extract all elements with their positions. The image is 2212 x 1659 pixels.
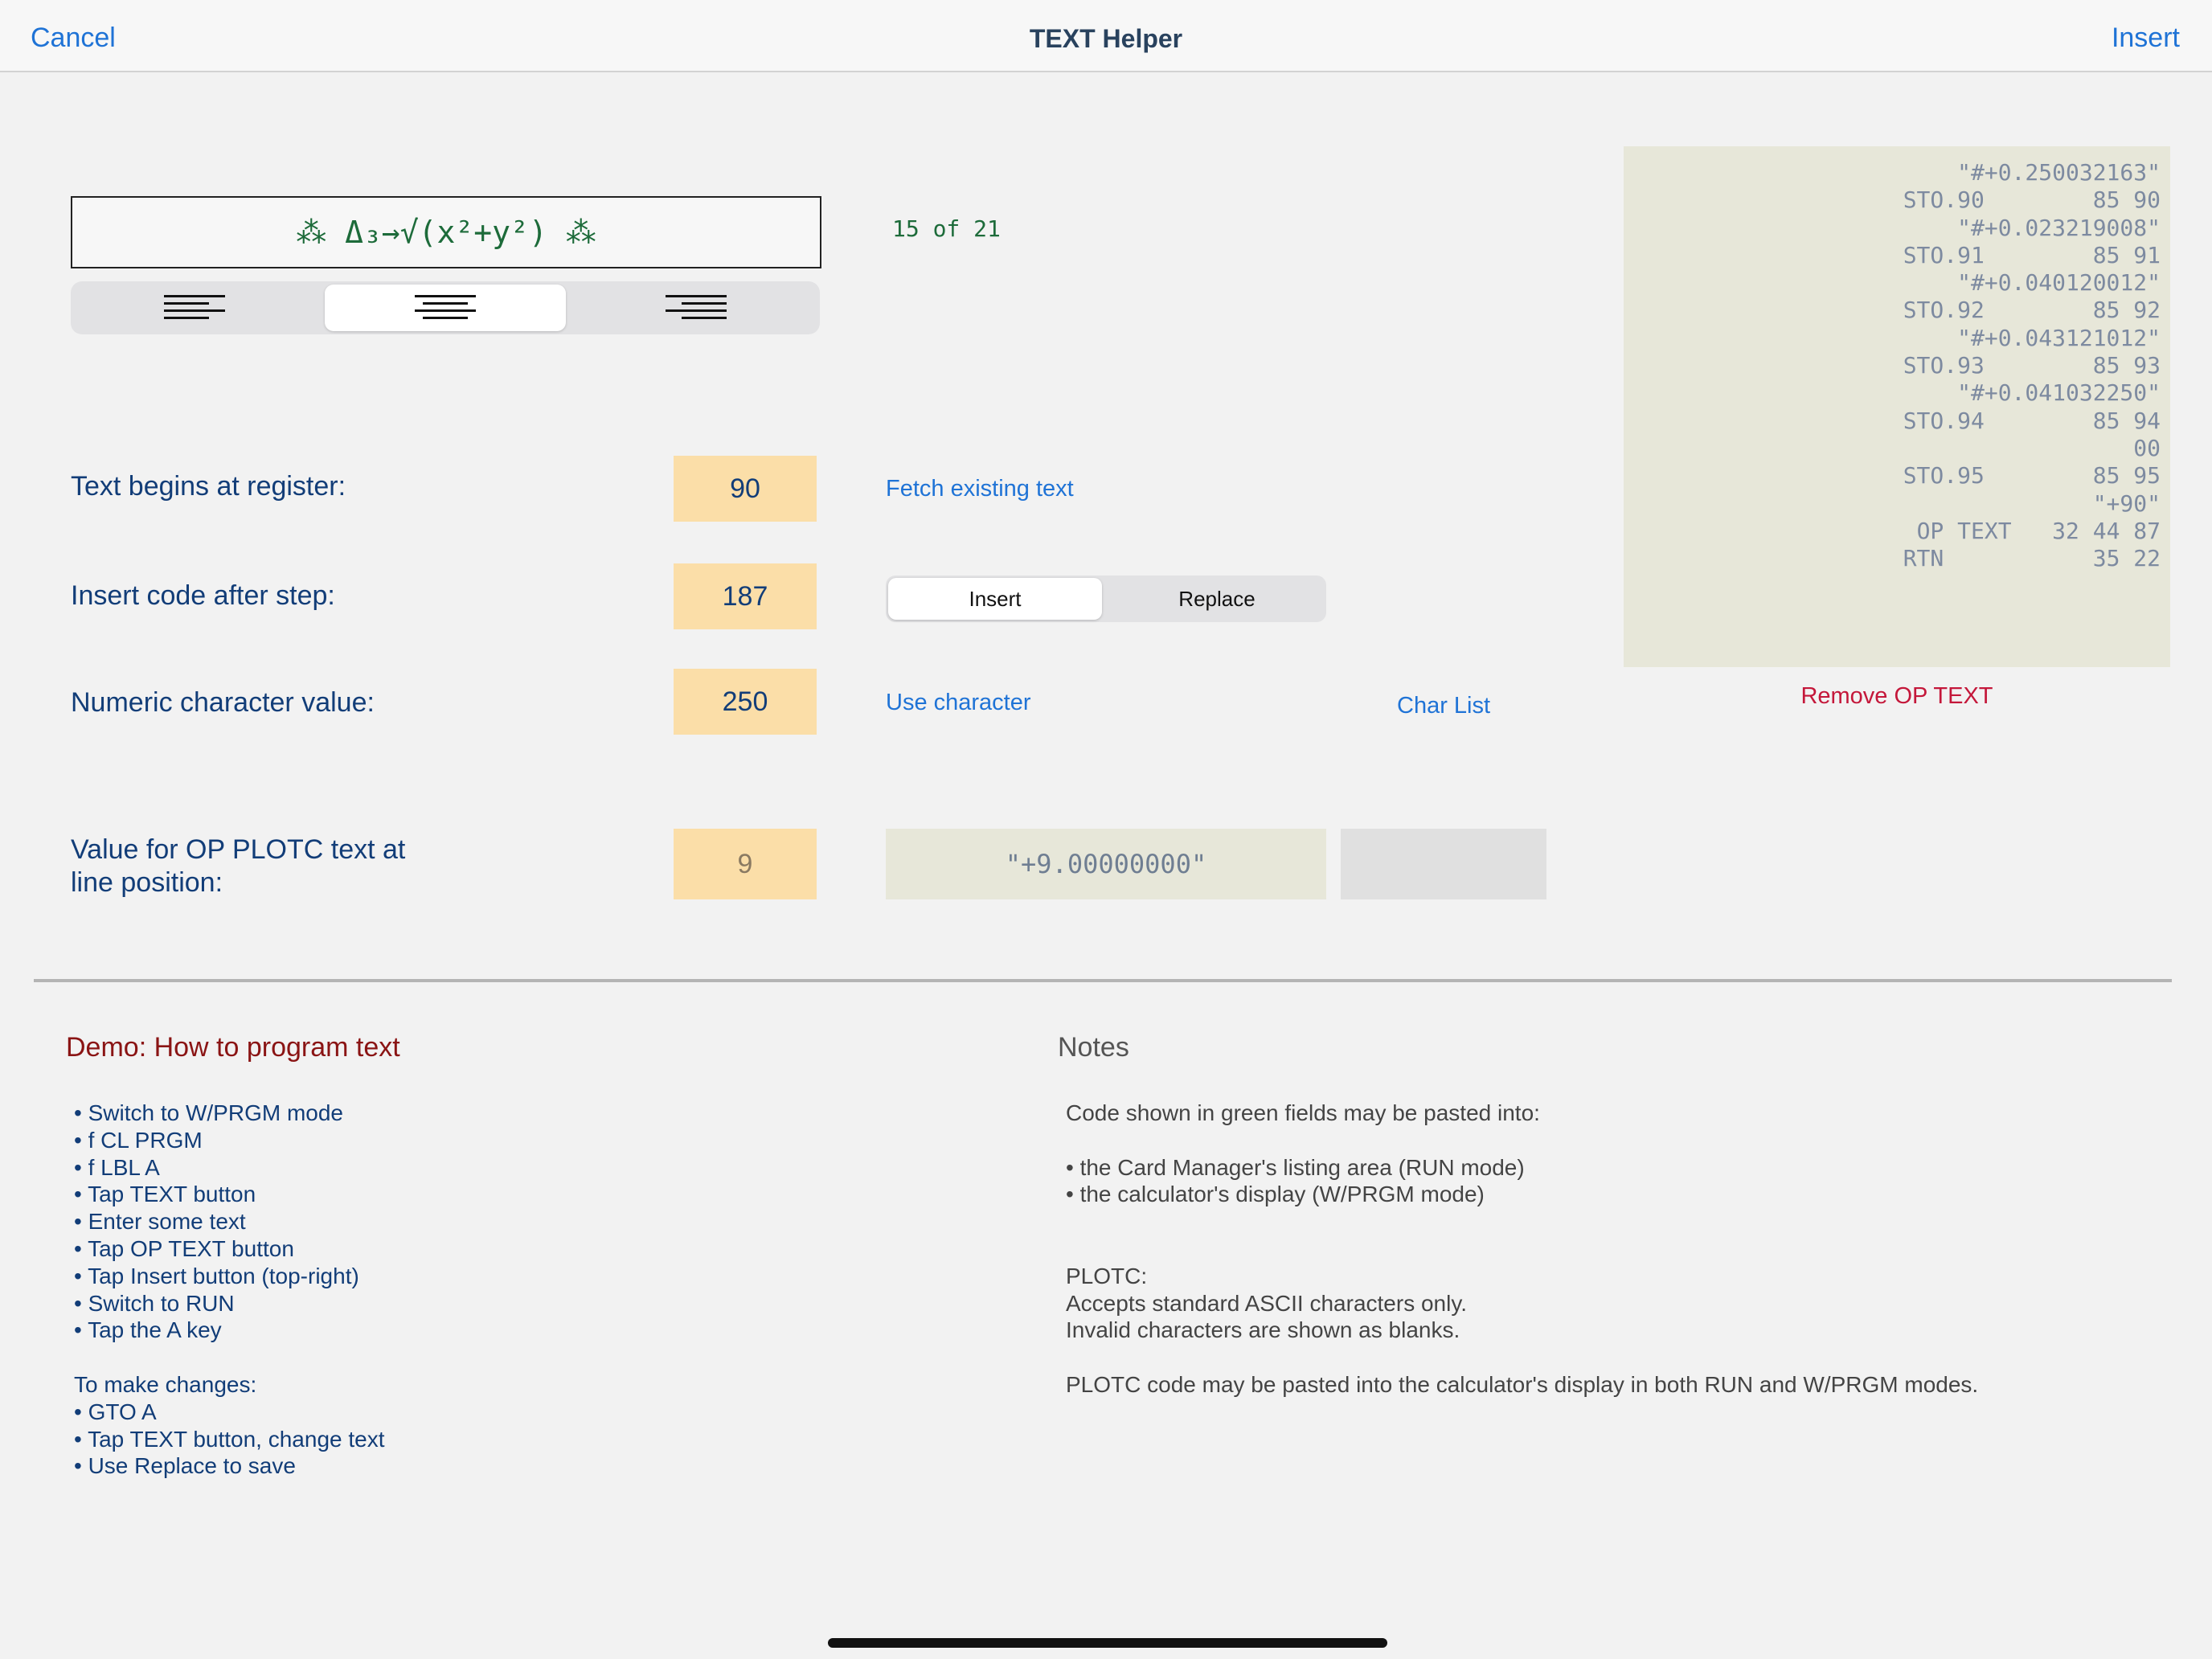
listing-line: "#+0.023219008" (1957, 214, 2161, 241)
notes-title: Notes (1058, 1032, 1129, 1063)
plotc-label-line1: Value for OP PLOTC text at (71, 834, 406, 865)
step-input[interactable]: 187 (674, 563, 817, 629)
demo-title: Demo: How to program text (66, 1032, 400, 1063)
remove-op-text-button[interactable]: Remove OP TEXT (1624, 683, 2170, 710)
demo-line: • Tap the A key (74, 1317, 222, 1343)
demo-instructions: • Switch to W/PRGM mode • f CL PRGM • f LB… (74, 1100, 385, 1480)
listing-line: STO.91 85 91 (1903, 241, 2161, 268)
listing-line: STO.95 85 95 (1903, 462, 2161, 490)
notes-text: Code shown in green fields may be pasted… (1066, 1100, 1978, 1399)
line-counter: 15 of 21 (892, 215, 1001, 242)
insert-replace-segmented-control: Insert Replace (886, 576, 1326, 622)
align-right-icon (666, 295, 727, 319)
demo-line: • f CL PRGM (74, 1127, 203, 1153)
demo-line: • Tap Insert button (top-right) (74, 1263, 359, 1288)
listing-line: OP TEXT 32 44 87 (1916, 517, 2161, 544)
notes-line: Accepts standard ASCII characters only. (1066, 1290, 1468, 1316)
demo-line: • Switch to RUN (74, 1290, 235, 1316)
use-character-button[interactable]: Use character (886, 690, 1031, 716)
notes-line: • the Card Manager's listing area (RUN m… (1066, 1154, 1525, 1180)
listing-line: RTN 35 22 (1903, 545, 2161, 572)
align-left-segment[interactable] (74, 285, 315, 331)
insert-mode-segment[interactable]: Insert (888, 578, 1102, 620)
demo-line: • Use Replace to save (74, 1453, 296, 1479)
notes-line: Code shown in green fields may be pasted… (1066, 1100, 1540, 1125)
demo-line: To make changes: (74, 1371, 257, 1397)
demo-line (74, 1344, 385, 1371)
notes-line: PLOTC code may be pasted into the calcul… (1066, 1371, 1979, 1397)
code-listing-panel[interactable]: "#+0.250032163" STO.90 85 90 "#+0.02321900… (1624, 146, 2170, 667)
align-left-icon (164, 295, 225, 319)
notes-line (1066, 1344, 1978, 1371)
demo-line: • Tap TEXT button, change text (74, 1426, 385, 1452)
listing-line: STO.93 85 93 (1903, 352, 2161, 379)
text-preview-field[interactable]: ⁂ Δ₃→√(x²+y²) ⁂ (71, 196, 821, 268)
demo-line: • GTO A (74, 1399, 157, 1424)
notes-line: Invalid characters are shown as blanks. (1066, 1317, 1460, 1343)
notes-line: PLOTC: (1066, 1263, 1148, 1288)
register-input[interactable]: 90 (674, 456, 817, 522)
listing-line: "#+0.043121012" (1957, 324, 2161, 351)
align-right-segment[interactable] (576, 285, 817, 331)
notes-line (1066, 1208, 1978, 1235)
insert-button[interactable]: Insert (2112, 23, 2180, 54)
fetch-existing-text-button[interactable]: Fetch existing text (886, 476, 1074, 502)
listing-line: 00 (2133, 434, 2161, 461)
char-value-input[interactable]: 250 (674, 669, 817, 735)
listing-line: "#+0.041032250" (1957, 379, 2161, 407)
home-indicator (828, 1638, 1387, 1648)
plotc-extra-field (1341, 829, 1546, 899)
align-center-icon (415, 295, 476, 319)
demo-line: • Switch to W/PRGM mode (74, 1100, 343, 1125)
listing-line: "#+0.250032163" (1957, 159, 2161, 186)
demo-line: • f LBL A (74, 1154, 160, 1180)
demo-line: • Tap TEXT button (74, 1182, 256, 1207)
char-value-label: Numeric character value: (71, 687, 375, 718)
listing-line: STO.90 85 90 (1903, 186, 2161, 214)
listing-line: "#+0.040120012" (1957, 269, 2161, 297)
plotc-label-line2: line position: (71, 867, 223, 898)
listing-line: "+90" (2092, 490, 2161, 517)
section-divider (34, 979, 2172, 982)
step-label: Insert code after step: (71, 580, 335, 611)
listing-line: STO.94 85 94 (1903, 407, 2161, 434)
alignment-segmented-control (71, 281, 820, 334)
code-listing-text: "#+0.250032163" STO.90 85 90 "#+0.02321900… (1903, 159, 2161, 572)
plotc-position-input[interactable]: 9 (674, 829, 817, 899)
demo-line: • Tap OP TEXT button (74, 1235, 294, 1261)
notes-line (1066, 1235, 1978, 1263)
navigation-bar: Cancel TEXT Helper Insert (0, 0, 2212, 72)
plotc-code-field[interactable]: "+9.00000000" (886, 829, 1326, 899)
listing-line: STO.92 85 92 (1903, 297, 2161, 324)
page-title: TEXT Helper (1029, 24, 1183, 53)
notes-line: • the calculator's display (W/PRGM mode) (1066, 1182, 1485, 1207)
notes-line (1066, 1127, 1978, 1154)
demo-line: • Enter some text (74, 1209, 246, 1235)
register-label: Text begins at register: (71, 471, 346, 502)
char-list-button[interactable]: Char List (1397, 693, 1490, 719)
align-center-segment[interactable] (325, 285, 566, 331)
replace-mode-segment[interactable]: Replace (1110, 578, 1324, 620)
